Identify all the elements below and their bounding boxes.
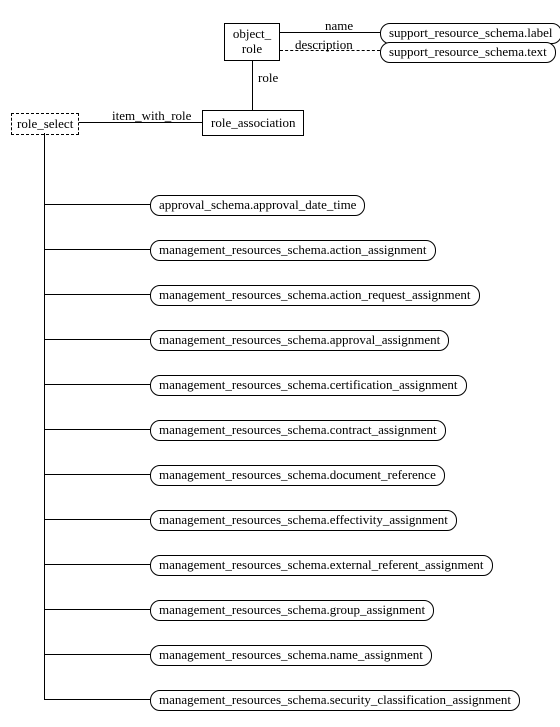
select-branch-line bbox=[44, 429, 150, 430]
select-branch-line bbox=[44, 294, 150, 295]
select-branch-line bbox=[44, 519, 150, 520]
select-member: management_resources_schema.security_cla… bbox=[150, 690, 520, 711]
select-branch-line bbox=[44, 474, 150, 475]
select-member: management_resources_schema.effectivity_… bbox=[150, 510, 457, 531]
select-branch-line bbox=[44, 249, 150, 250]
select-member: management_resources_schema.contract_ass… bbox=[150, 420, 446, 441]
attr-role: role bbox=[258, 70, 278, 86]
select-member: management_resources_schema.certificatio… bbox=[150, 375, 467, 396]
expressg-diagram: object_role name support_resource_schema… bbox=[0, 0, 560, 727]
attr-name: name bbox=[325, 18, 353, 34]
select-branch-line bbox=[44, 609, 150, 610]
select-member: management_resources_schema.approval_ass… bbox=[150, 330, 449, 351]
select-member: management_resources_schema.name_assignm… bbox=[150, 645, 432, 666]
select-role-select: role_select bbox=[11, 113, 79, 135]
attr-description: description bbox=[295, 37, 353, 53]
select-branch-line bbox=[44, 384, 150, 385]
select-member: management_resources_schema.group_assign… bbox=[150, 600, 434, 621]
type-text: support_resource_schema.text bbox=[380, 42, 556, 63]
select-branch-line bbox=[44, 654, 150, 655]
select-member: management_resources_schema.action_assig… bbox=[150, 240, 436, 261]
select-branch-line bbox=[44, 204, 150, 205]
entity-role-association-label: role_association bbox=[211, 115, 295, 130]
select-branch-line bbox=[44, 699, 150, 700]
select-member: management_resources_schema.document_ref… bbox=[150, 465, 445, 486]
select-role-select-label: role_select bbox=[17, 116, 73, 131]
entity-role-association: role_association bbox=[202, 110, 304, 136]
select-member: management_resources_schema.external_ref… bbox=[150, 555, 493, 576]
select-member: management_resources_schema.action_reque… bbox=[150, 285, 480, 306]
select-branch-line bbox=[44, 339, 150, 340]
entity-object-role-label: object_role bbox=[233, 26, 271, 56]
attr-item-with-role: item_with_role bbox=[112, 108, 191, 124]
entity-object-role: object_role bbox=[224, 23, 280, 61]
select-spine bbox=[44, 133, 45, 699]
line-role bbox=[252, 60, 253, 110]
type-label: support_resource_schema.label bbox=[380, 23, 560, 44]
select-member: approval_schema.approval_date_time bbox=[150, 195, 365, 216]
select-branch-line bbox=[44, 564, 150, 565]
